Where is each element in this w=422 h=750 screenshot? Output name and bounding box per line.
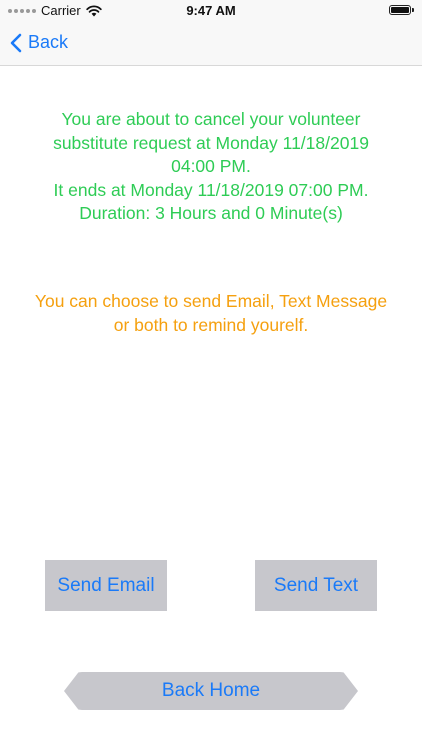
reminder-line-2: or both to remind yourelf. bbox=[113, 314, 309, 335]
reminder-message: You can choose to send Email, Text Messa… bbox=[0, 290, 422, 337]
back-label: Back bbox=[28, 32, 69, 52]
battery-icon bbox=[389, 5, 414, 15]
cancel-message: You are about to cancel your volunteer s… bbox=[0, 108, 422, 226]
send-text-button[interactable]: Send Text bbox=[255, 560, 377, 611]
send-email-button[interactable]: Send Email bbox=[45, 560, 167, 611]
back-button[interactable]: Back bbox=[10, 32, 68, 53]
message-line-3: 04:00 PM. bbox=[171, 156, 251, 176]
reminder-line-1: You can choose to send Email, Text Messa… bbox=[34, 291, 388, 311]
chevron-left-icon bbox=[10, 33, 22, 52]
status-time: 9:47 AM bbox=[186, 3, 236, 18]
message-line-1: You are about to cancel your volunteer bbox=[61, 109, 361, 129]
battery-level bbox=[391, 7, 409, 13]
back-home-button[interactable]: Back Home bbox=[64, 672, 358, 710]
message-line-2: substitute request at Monday 11/18/2019 bbox=[53, 132, 369, 153]
status-bar: Carrier 9:47 AM bbox=[0, 0, 422, 22]
message-line-4: It ends at Monday 11/18/2019 07:00 PM. bbox=[53, 179, 369, 200]
navigation-bar: Back bbox=[0, 22, 422, 66]
message-line-5: Duration: 3 Hours and 0 Minute(s) bbox=[79, 203, 343, 223]
